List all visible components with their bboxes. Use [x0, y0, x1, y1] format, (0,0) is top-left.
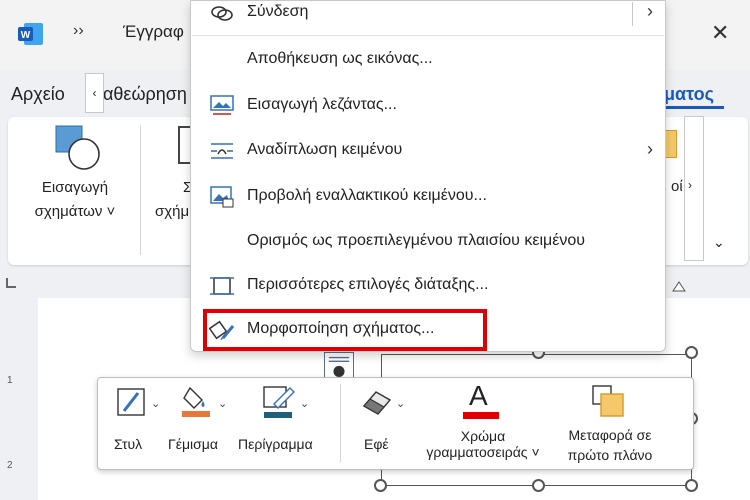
- alt-text-icon: [210, 186, 234, 208]
- chevron-right-icon: ›: [647, 1, 653, 21]
- layout-options-icon: [210, 277, 234, 295]
- caption-icon: [210, 95, 234, 115]
- paint-bucket-icon: [182, 386, 210, 417]
- menu-item-label: Εισαγωγή λεζάντας...: [247, 96, 397, 113]
- submenu-split-divider: [632, 2, 633, 26]
- close-button[interactable]: ✕: [711, 20, 729, 46]
- bring-to-front-label-line2: πρώτο πλάνο: [567, 447, 653, 463]
- menu-item-view-alt-text[interactable]: Προβολή εναλλακτικού κειμένου...: [191, 175, 665, 219]
- resize-handle-bottom-right[interactable]: [685, 479, 698, 492]
- text-box-button-label[interactable]: Σ σχήμ: [155, 176, 192, 224]
- wrap-text-icon: [211, 143, 233, 159]
- bring-to-front-icon: [592, 385, 624, 417]
- more-commands-button[interactable]: ››: [73, 22, 84, 40]
- resize-handle-top-right[interactable]: [685, 346, 698, 359]
- insert-shapes-label-line1: Εισαγωγή: [41, 179, 109, 196]
- layout-options-anchor-icon[interactable]: [324, 352, 354, 378]
- menu-item-label: Αναδίπλωση κειμένου: [247, 141, 403, 158]
- font-color-label-line2: γραμματοσειράς ˅: [426, 444, 540, 460]
- bring-to-front-label: Μεταφορά σε πρώτο πλάνο: [556, 425, 664, 465]
- menu-item-set-default-text-box[interactable]: Ορισμός ως προεπιλεγμένου πλαισίου κειμέ…: [191, 220, 665, 264]
- toolbar-separator: [340, 384, 341, 462]
- chevron-down-icon: ⌄: [300, 398, 310, 410]
- pen-outline-icon: [263, 386, 295, 418]
- menu-item-label: Αποθήκευση ως εικόνας...: [247, 50, 433, 67]
- context-menu: Σύνδεση › Αποθήκευση ως εικόνας... Εισαγ…: [190, 0, 666, 352]
- indent-marker-icon[interactable]: [672, 281, 686, 293]
- tab-shape-format[interactable]: ματος: [664, 84, 714, 105]
- effects-label: Εφέ: [364, 436, 389, 452]
- menu-item-save-as-picture[interactable]: Αποθήκευση ως εικόνας...: [191, 38, 665, 82]
- tabs-scroll-left-button[interactable]: ‹: [85, 73, 104, 113]
- resize-handle-bottom[interactable]: [532, 479, 545, 492]
- chevron-right-icon: ›: [688, 178, 692, 192]
- font-color-letter-icon: A: [469, 380, 488, 411]
- ribbon-separator: [140, 125, 141, 255]
- ruler-number: 2: [7, 460, 13, 471]
- menu-item-label: Ορισμός ως προεπιλεγμένου πλαισίου κειμέ…: [247, 232, 586, 249]
- menu-item-label: Προβολή εναλλακτικού κειμένου...: [247, 187, 487, 204]
- outline-label: Περίγραμμα: [238, 436, 313, 452]
- resize-handle-bottom-left[interactable]: [374, 479, 387, 492]
- shapes-icon: [55, 125, 100, 170]
- font-color-label-line1: Χρώμα: [460, 428, 506, 444]
- document-title: Έγγραφ: [123, 22, 184, 41]
- tab-file[interactable]: Αρχείο: [11, 84, 65, 105]
- link-icon: [211, 6, 233, 21]
- font-color-swatch: [463, 412, 499, 419]
- insert-shapes-label: Εισαγωγή σχημάτων ˅: [20, 176, 130, 224]
- font-color-label: Χρώμα γραμματοσειράς ˅: [415, 428, 551, 460]
- menu-item-insert-caption[interactable]: Εισαγωγή λεζάντας...: [191, 84, 665, 128]
- text-box-label-line1: Σ: [183, 179, 193, 196]
- chevron-down-icon: ⌄: [396, 398, 406, 410]
- menu-item-link[interactable]: Σύνδεση ›: [191, 0, 665, 35]
- chevron-down-icon: ⌄: [151, 398, 161, 410]
- shape-style-icon: [117, 388, 145, 416]
- word-app-icon: W: [18, 23, 43, 45]
- menu-item-wrap-text[interactable]: Αναδίπλωση κειμένου ›: [191, 129, 665, 173]
- menu-item-more-layout-options[interactable]: Περισσότερες επιλογές διάταξης...: [191, 264, 665, 308]
- tab-view[interactable]: αθεώρηση: [103, 84, 187, 105]
- menu-divider: [192, 35, 664, 36]
- arrange-label: οί: [671, 178, 683, 195]
- tab-selector[interactable]: [6, 278, 16, 288]
- menu-item-label: Περισσότερες επιλογές διάταξης...: [247, 276, 489, 293]
- ribbon-scroll-right-button[interactable]: [684, 116, 704, 261]
- active-tab-indicator: [664, 106, 724, 109]
- ribbon-expand-button[interactable]: ⌄: [713, 234, 725, 251]
- bring-to-front-label-line1: Μεταφορά σε: [568, 427, 652, 443]
- chevron-down-icon: ⌄: [218, 398, 228, 410]
- chevron-right-icon: ›: [647, 139, 653, 159]
- ruler-number: 1: [7, 375, 13, 386]
- menu-item-label: Σύνδεση: [247, 3, 309, 20]
- fill-label: Γέμισμα: [168, 436, 218, 452]
- eraser-effects-icon: [362, 391, 392, 415]
- insert-shapes-label-line2: σχημάτων ˅: [34, 203, 116, 220]
- text-box-label-line2: σχήμ: [155, 203, 190, 220]
- style-label: Στυλ: [114, 436, 143, 452]
- svg-text:W: W: [21, 30, 31, 41]
- highlight-annotation: [203, 309, 487, 351]
